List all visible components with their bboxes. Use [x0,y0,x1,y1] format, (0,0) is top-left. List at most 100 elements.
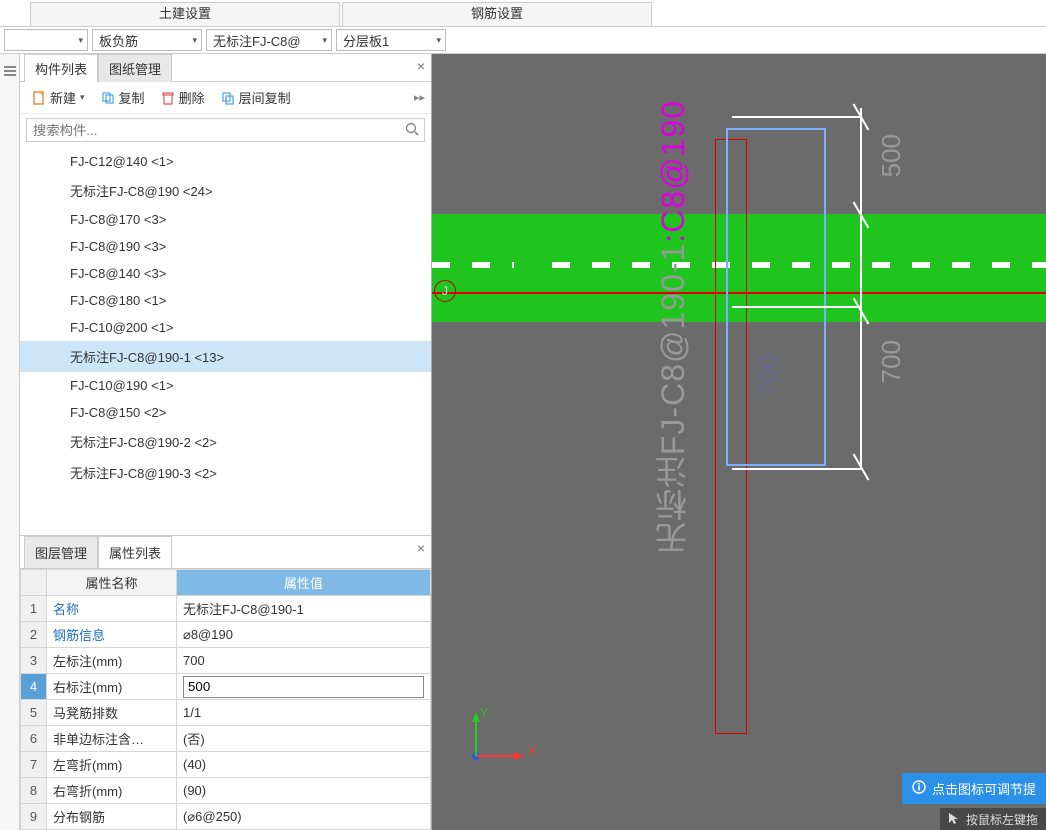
table-row[interactable]: 1名称无标注FJ-C8@190-1 [21,596,431,622]
top-settings-tabs: 土建设置 钢筋设置 [0,0,1046,26]
selector-0[interactable]: ▾ [4,29,88,51]
chevron-down-icon: ▾ [78,35,83,46]
table-row[interactable]: 4右标注(mm) [21,674,431,700]
tab-property-list[interactable]: 属性列表 [98,536,172,568]
row-index: 5 [21,700,47,726]
table-row[interactable]: 6非单边标注含…(否) [21,726,431,752]
property-name: 分布钢筋 [47,804,177,830]
dimension-700-outer: 700 [876,340,907,383]
property-value[interactable]: (⌀6@250) [177,804,431,830]
table-row[interactable]: 7左弯折(mm)(40) [21,752,431,778]
property-name: 马凳筋排数 [47,700,177,726]
table-row[interactable]: 5马凳筋排数1/1 [21,700,431,726]
property-value[interactable]: 700 [177,648,431,674]
list-item[interactable]: FJ-C8@150 <2> [20,399,431,426]
tab-layer-manager[interactable]: 图层管理 [24,536,98,568]
property-name: 名称 [47,596,177,622]
dimension-line [732,306,862,308]
marker-square [514,258,534,272]
row-index: 3 [21,648,47,674]
property-table: 属性名称 属性值 1名称无标注FJ-C8@190-12钢筋信息⌀8@1903左标… [20,569,431,830]
list-item[interactable]: FJ-C8@180 <1> [20,287,431,314]
row-index: 2 [21,622,47,648]
table-row[interactable]: 2钢筋信息⌀8@190 [21,622,431,648]
dimension-line [732,116,862,118]
copy-button[interactable]: 复制 [95,86,151,109]
property-name: 钢筋信息 [47,622,177,648]
list-item[interactable]: FJ-C12@140 <1> [20,148,431,175]
tab-drawing-manager[interactable]: 图纸管理 [98,54,172,82]
delete-button[interactable]: 删除 [155,86,211,109]
search-row [20,114,431,146]
status-strip: 按鼠标左键拖 [940,808,1046,830]
selector-category[interactable]: 板负筋▾ [92,29,202,51]
trash-icon [161,91,175,105]
components-panel-header: 构件列表 图纸管理 × [20,54,431,82]
left-tool-strip [0,54,20,830]
list-item[interactable]: FJ-C8@190 <3> [20,233,431,260]
component-toolbar: 新建 ▾ 复制 删除 层间复制 ▸▸ [20,82,431,114]
property-value[interactable]: ⌀8@190 [177,622,431,648]
property-value-input[interactable] [183,676,424,698]
property-name: 非单边标注含… [47,726,177,752]
property-value[interactable]: (90) [177,778,431,804]
selector-row: ▾ 板负筋▾ 无标注FJ-C8@▾ 分层板1▾ [0,26,1046,54]
list-item[interactable]: 无标注FJ-C8@190 <24> [20,175,431,206]
property-value[interactable]: 无标注FJ-C8@190-1 [177,596,431,622]
table-row[interactable]: 8右弯折(mm)(90) [21,778,431,804]
chevron-down-icon: ▾ [192,35,197,46]
model-canvas[interactable]: J 500 700 700 无标注FJ-C8@190-1:C8@190 Y [432,54,1046,830]
col-value: 属性值 [177,570,431,596]
list-item[interactable]: FJ-C8@140 <3> [20,260,431,287]
axis-x-label: X [528,744,536,758]
tab-civil-settings[interactable]: 土建设置 [30,2,340,26]
dimension-line [860,108,862,310]
col-index [21,570,47,596]
table-row[interactable]: 9分布钢筋(⌀6@250) [21,804,431,830]
new-file-icon [32,91,46,105]
tab-component-list[interactable]: 构件列表 [24,54,98,82]
search-input[interactable] [26,118,425,142]
joint-marker: J [434,280,456,302]
floor-copy-button[interactable]: 层间复制 [215,86,297,109]
selector-component[interactable]: 无标注FJ-C8@▾ [206,29,332,51]
property-name: 左弯折(mm) [47,752,177,778]
dimension-500: 500 [876,134,907,177]
table-row[interactable]: 3左标注(mm)700 [21,648,431,674]
property-value[interactable]: 1/1 [177,700,431,726]
property-value[interactable]: (否) [177,726,431,752]
list-item[interactable]: FJ-C8@170 <3> [20,206,431,233]
row-index: 8 [21,778,47,804]
close-icon[interactable]: × [417,58,425,74]
list-item[interactable]: FJ-C10@200 <1> [20,314,431,341]
component-list[interactable]: FJ-C12@140 <1>无标注FJ-C8@190 <24>FJ-C8@170… [20,146,431,535]
tip-badge[interactable]: 点击图标可调节提 [902,773,1046,804]
nav-icon[interactable] [3,64,17,78]
search-icon[interactable] [405,122,419,136]
list-item[interactable]: 无标注FJ-C8@190-2 <2> [20,426,431,457]
selector-layer[interactable]: 分层板1▾ [336,29,446,51]
element-outline [728,130,824,464]
list-item[interactable]: 无标注FJ-C8@190-1 <13> [20,341,431,372]
property-name: 右弯折(mm) [47,778,177,804]
list-item[interactable]: FJ-C10@190 <1> [20,372,431,399]
close-icon[interactable]: × [417,540,425,556]
property-value[interactable]: (40) [177,752,431,778]
new-button[interactable]: 新建 ▾ [26,86,91,109]
chevron-down-icon: ▾ [322,35,327,46]
col-name: 属性名称 [47,570,177,596]
toolbar-more-icon[interactable]: ▸▸ [414,91,425,104]
floor-copy-icon [221,91,235,105]
tab-rebar-settings[interactable]: 钢筋设置 [342,2,652,26]
property-name: 左标注(mm) [47,648,177,674]
row-index: 9 [21,804,47,830]
rebar-label: 无标注FJ-C8@190-1:C8@190 [650,100,696,554]
list-item[interactable]: 无标注FJ-C8@190-3 <2> [20,457,431,488]
axis-gizmo: Y X [466,710,546,770]
dimension-700-inner: 700 [754,354,785,397]
property-value[interactable] [177,674,431,700]
row-index: 7 [21,752,47,778]
dimension-line [860,300,862,470]
row-index: 6 [21,726,47,752]
chevron-down-icon: ▾ [436,35,441,46]
